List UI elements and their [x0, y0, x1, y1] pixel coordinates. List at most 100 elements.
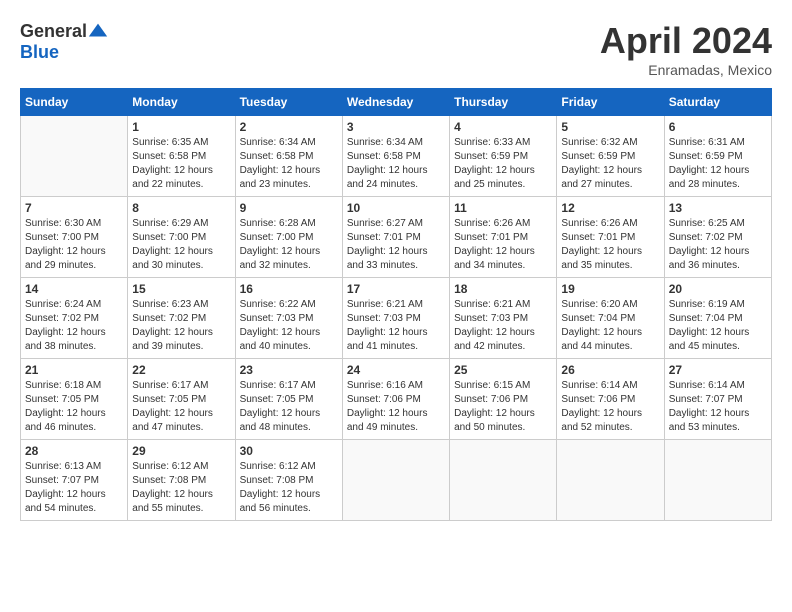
- calendar-cell: [342, 440, 449, 521]
- calendar-cell: 13 Sunrise: 6:25 AM Sunset: 7:02 PM Dayli…: [664, 197, 771, 278]
- col-header-friday: Friday: [557, 89, 664, 116]
- logo-general: General: [20, 21, 87, 42]
- week-row-2: 7 Sunrise: 6:30 AM Sunset: 7:00 PM Daylig…: [21, 197, 772, 278]
- day-number: 28: [25, 444, 123, 458]
- calendar-cell: 6Sunrise: 6:31 AM Sunset: 6:59 PM Daylig…: [664, 116, 771, 197]
- day-info: Sunrise: 6:13 AM Sunset: 7:07 PM Dayligh…: [25, 460, 123, 516]
- logo-icon: [87, 20, 109, 42]
- day-info: Sunrise: 6:16 AM Sunset: 7:06 PM Dayligh…: [347, 379, 445, 435]
- col-header-saturday: Saturday: [664, 89, 771, 116]
- col-header-sunday: Sunday: [21, 89, 128, 116]
- week-row-1: 1Sunrise: 6:35 AM Sunset: 6:58 PM Daylig…: [21, 116, 772, 197]
- day-number: 5: [561, 120, 659, 134]
- calendar-cell: 18Sunrise: 6:21 AM Sunset: 7:03 PM Dayli…: [450, 278, 557, 359]
- logo: GeneralBlue: [20, 20, 109, 63]
- day-number: 14: [25, 282, 123, 296]
- day-number: 18: [454, 282, 552, 296]
- col-header-thursday: Thursday: [450, 89, 557, 116]
- calendar-cell: 21Sunrise: 6:18 AM Sunset: 7:05 PM Dayli…: [21, 359, 128, 440]
- calendar-cell: 16Sunrise: 6:22 AM Sunset: 7:03 PM Dayli…: [235, 278, 342, 359]
- col-header-tuesday: Tuesday: [235, 89, 342, 116]
- calendar-cell: 23 Sunrise: 6:17 AM Sunset: 7:05 PM Dayli…: [235, 359, 342, 440]
- calendar-cell: [21, 116, 128, 197]
- day-number: 24: [347, 363, 445, 377]
- day-info: Sunrise: 6:27 AM Sunset: 7:01 PM Dayligh…: [347, 217, 445, 273]
- day-number: 26: [561, 363, 659, 377]
- calendar-cell: 2Sunrise: 6:34 AM Sunset: 6:58 PM Daylig…: [235, 116, 342, 197]
- day-number: 10: [347, 201, 445, 215]
- day-info: Sunrise: 6:30 AM Sunset: 7:00 PM Dayligh…: [25, 217, 123, 273]
- calendar-cell: [557, 440, 664, 521]
- calendar-cell: 24 Sunrise: 6:16 AM Sunset: 7:06 PM Dayli…: [342, 359, 449, 440]
- calendar-cell: 28 Sunrise: 6:13 AM Sunset: 7:07 PM Dayli…: [21, 440, 128, 521]
- calendar-cell: 9Sunrise: 6:28 AM Sunset: 7:00 PM Daylig…: [235, 197, 342, 278]
- day-number: 19: [561, 282, 659, 296]
- day-number: 17: [347, 282, 445, 296]
- day-number: 27: [669, 363, 767, 377]
- day-number: 23: [240, 363, 338, 377]
- calendar-cell: 5 Sunrise: 6:32 AM Sunset: 6:59 PM Daylig…: [557, 116, 664, 197]
- day-info: Sunrise: 6:28 AM Sunset: 7:00 PM Dayligh…: [240, 217, 338, 273]
- day-info: Sunrise: 6:19 AM Sunset: 7:04 PM Dayligh…: [669, 298, 767, 354]
- day-info: Sunrise: 6:24 AM Sunset: 7:02 PM Dayligh…: [25, 298, 123, 354]
- calendar-cell: 20 Sunrise: 6:19 AM Sunset: 7:04 PM Dayli…: [664, 278, 771, 359]
- month-title: April 2024: [600, 20, 772, 62]
- day-number: 4: [454, 120, 552, 134]
- page-header: GeneralBlue April 2024 Enramadas, Mexico: [20, 20, 772, 78]
- calendar-cell: 29Sunrise: 6:12 AM Sunset: 7:08 PM Dayli…: [128, 440, 235, 521]
- calendar-cell: 30 Sunrise: 6:12 AM Sunset: 7:08 PM Dayli…: [235, 440, 342, 521]
- day-info: Sunrise: 6:34 AM Sunset: 6:58 PM Dayligh…: [240, 136, 338, 192]
- calendar-table: SundayMondayTuesdayWednesdayThursdayFrid…: [20, 88, 772, 521]
- day-number: 7: [25, 201, 123, 215]
- calendar-cell: 22 Sunrise: 6:17 AM Sunset: 7:05 PM Dayli…: [128, 359, 235, 440]
- day-info: Sunrise: 6:25 AM Sunset: 7:02 PM Dayligh…: [669, 217, 767, 273]
- day-info: Sunrise: 6:21 AM Sunset: 7:03 PM Dayligh…: [347, 298, 445, 354]
- day-info: Sunrise: 6:14 AM Sunset: 7:07 PM Dayligh…: [669, 379, 767, 435]
- day-info: Sunrise: 6:17 AM Sunset: 7:05 PM Dayligh…: [240, 379, 338, 435]
- day-number: 3: [347, 120, 445, 134]
- calendar-cell: 17 Sunrise: 6:21 AM Sunset: 7:03 PM Dayli…: [342, 278, 449, 359]
- day-number: 12: [561, 201, 659, 215]
- calendar-cell: 19 Sunrise: 6:20 AM Sunset: 7:04 PM Dayli…: [557, 278, 664, 359]
- calendar-cell: [664, 440, 771, 521]
- day-number: 22: [132, 363, 230, 377]
- day-info: Sunrise: 6:17 AM Sunset: 7:05 PM Dayligh…: [132, 379, 230, 435]
- header-row: SundayMondayTuesdayWednesdayThursdayFrid…: [21, 89, 772, 116]
- week-row-5: 28 Sunrise: 6:13 AM Sunset: 7:07 PM Dayli…: [21, 440, 772, 521]
- title-block: April 2024 Enramadas, Mexico: [600, 20, 772, 78]
- day-number: 20: [669, 282, 767, 296]
- calendar-cell: [450, 440, 557, 521]
- day-info: Sunrise: 6:33 AM Sunset: 6:59 PM Dayligh…: [454, 136, 552, 192]
- day-info: Sunrise: 6:34 AM Sunset: 6:58 PM Dayligh…: [347, 136, 445, 192]
- day-info: Sunrise: 6:12 AM Sunset: 7:08 PM Dayligh…: [240, 460, 338, 516]
- calendar-cell: 26Sunrise: 6:14 AM Sunset: 7:06 PM Dayli…: [557, 359, 664, 440]
- day-info: Sunrise: 6:31 AM Sunset: 6:59 PM Dayligh…: [669, 136, 767, 192]
- col-header-monday: Monday: [128, 89, 235, 116]
- day-number: 21: [25, 363, 123, 377]
- day-number: 29: [132, 444, 230, 458]
- calendar-cell: 11Sunrise: 6:26 AM Sunset: 7:01 PM Dayli…: [450, 197, 557, 278]
- day-number: 25: [454, 363, 552, 377]
- calendar-cell: 12 Sunrise: 6:26 AM Sunset: 7:01 PM Dayli…: [557, 197, 664, 278]
- day-number: 1: [132, 120, 230, 134]
- calendar-cell: 27 Sunrise: 6:14 AM Sunset: 7:07 PM Dayli…: [664, 359, 771, 440]
- calendar-cell: 1Sunrise: 6:35 AM Sunset: 6:58 PM Daylig…: [128, 116, 235, 197]
- col-header-wednesday: Wednesday: [342, 89, 449, 116]
- calendar-cell: 4 Sunrise: 6:33 AM Sunset: 6:59 PM Daylig…: [450, 116, 557, 197]
- day-info: Sunrise: 6:32 AM Sunset: 6:59 PM Dayligh…: [561, 136, 659, 192]
- day-info: Sunrise: 6:20 AM Sunset: 7:04 PM Dayligh…: [561, 298, 659, 354]
- day-number: 30: [240, 444, 338, 458]
- calendar-cell: 7 Sunrise: 6:30 AM Sunset: 7:00 PM Daylig…: [21, 197, 128, 278]
- calendar-cell: 25Sunrise: 6:15 AM Sunset: 7:06 PM Dayli…: [450, 359, 557, 440]
- day-info: Sunrise: 6:23 AM Sunset: 7:02 PM Dayligh…: [132, 298, 230, 354]
- day-number: 8: [132, 201, 230, 215]
- day-info: Sunrise: 6:26 AM Sunset: 7:01 PM Dayligh…: [454, 217, 552, 273]
- day-number: 13: [669, 201, 767, 215]
- location: Enramadas, Mexico: [600, 62, 772, 78]
- calendar-cell: 8 Sunrise: 6:29 AM Sunset: 7:00 PM Daylig…: [128, 197, 235, 278]
- day-info: Sunrise: 6:29 AM Sunset: 7:00 PM Dayligh…: [132, 217, 230, 273]
- day-number: 15: [132, 282, 230, 296]
- logo-blue: Blue: [20, 42, 59, 63]
- day-info: Sunrise: 6:22 AM Sunset: 7:03 PM Dayligh…: [240, 298, 338, 354]
- day-info: Sunrise: 6:26 AM Sunset: 7:01 PM Dayligh…: [561, 217, 659, 273]
